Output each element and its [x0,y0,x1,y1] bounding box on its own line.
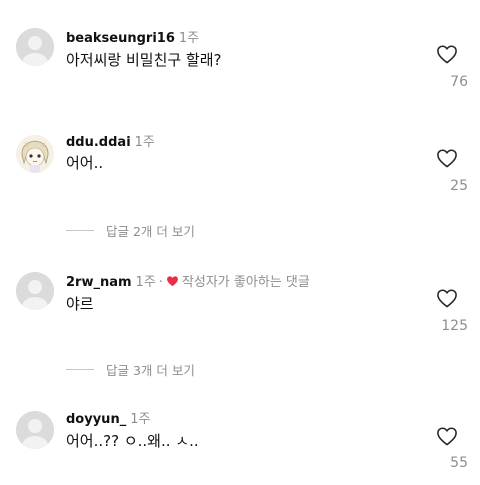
comment-time: 1주 [135,275,156,290]
view-replies-label: 답글 2개 더 보기 [106,224,195,239]
meta-separator: · [158,275,163,290]
like-count: 55 [450,455,468,471]
avatar[interactable] [16,272,54,310]
replies-divider [66,230,94,231]
view-replies-button[interactable]: 답글 2개 더 보기 [66,221,195,240]
comment-time: 1주 [130,412,151,427]
heart-icon[interactable] [436,44,458,64]
author-liked-heart-icon [167,276,178,287]
comment-meta: beakseungri16 1주 [66,27,199,46]
heart-icon[interactable] [436,288,458,308]
comment-username[interactable]: beakseungri16 [66,31,175,46]
view-replies-label: 답글 3개 더 보기 [106,363,195,378]
comment-time: 1주 [178,31,200,46]
like-count: 25 [450,178,468,194]
comment-text: 아저씨랑 비밀친구 할래? [66,51,222,69]
comment-time: 1주 [134,135,155,150]
default-avatar-icon [16,28,54,66]
view-replies-button[interactable]: 답글 3개 더 보기 [66,360,195,379]
heart-icon[interactable] [436,148,458,168]
avatar[interactable] [16,28,54,66]
default-avatar-icon [16,272,54,310]
avatar[interactable] [16,411,54,449]
comment-meta: 2rw_nam 1주 · 작성자가 좋아하는 댓글 [66,271,310,290]
comment-text: 야르 [66,295,94,313]
comment-username[interactable]: 2rw_nam [66,275,132,290]
avatar[interactable] [16,135,54,173]
replies-divider [66,369,94,370]
anime-character-avatar-icon [16,135,54,173]
comment-meta: ddu.ddai 1주 [66,131,155,150]
liked-by-author-label: 작성자가 좋아하는 댓글 [181,275,310,290]
heart-icon[interactable] [436,426,458,446]
comment-text: 어어.. [66,154,104,172]
like-count: 76 [450,74,468,90]
comment-username[interactable]: doyyun_ [66,412,126,427]
default-avatar-icon [16,411,54,449]
comment-text: 어어..?? ㅇ..왜.. ㅅ.. [66,432,199,450]
comment-username[interactable]: ddu.ddai [66,135,131,150]
comment-meta: doyyun_ 1주 [66,408,150,427]
like-count: 125 [441,318,468,334]
